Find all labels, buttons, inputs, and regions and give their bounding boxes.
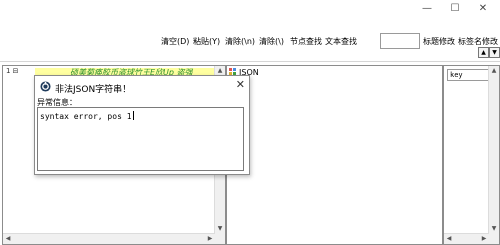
line-number: 1 ⊟ bbox=[6, 67, 19, 75]
window-controls: — ☐ ✕ bbox=[410, 0, 500, 20]
toolbar-divider bbox=[0, 61, 500, 62]
node-search-button[interactable]: 节点查找 bbox=[290, 36, 322, 48]
scroll-right-icon[interactable]: ▶ bbox=[205, 234, 215, 244]
text-caret bbox=[132, 111, 134, 120]
chevron-down-icon[interactable]: ▼ bbox=[489, 47, 500, 58]
json-tree[interactable]: JSON bbox=[226, 65, 443, 245]
clear-newline-button[interactable]: 清除(\n) bbox=[225, 36, 255, 48]
chevron-up-icon[interactable]: ▲ bbox=[478, 47, 489, 58]
paste-button[interactable]: 粘贴(Y) bbox=[193, 36, 220, 48]
toolbar: 清空(D) 粘贴(Y) 清除(\n) 清除(\) 节点查找 文本查找 标题修改 … bbox=[0, 33, 500, 58]
key-panel: key ▼ ▲ ▼ ◀ ▶ bbox=[443, 65, 500, 245]
minimize-icon[interactable]: — bbox=[414, 1, 440, 17]
error-message-field[interactable]: syntax error, pos 1 bbox=[37, 107, 244, 171]
scroll-down-icon[interactable]: ▼ bbox=[215, 224, 225, 234]
text-search-button[interactable]: 文本查找 bbox=[325, 36, 357, 48]
scroll-up-icon[interactable]: ▲ bbox=[489, 66, 499, 76]
scroll-left-icon[interactable]: ◀ bbox=[3, 234, 13, 244]
key-horizontal-scrollbar[interactable]: ◀ ▶ bbox=[444, 233, 489, 244]
editor-horizontal-scrollbar[interactable]: ◀ ▶ bbox=[3, 233, 215, 244]
key-select-value: key bbox=[450, 71, 463, 79]
error-dialog: 非法JSON字符串！ ✕ 异常信息： syntax error, pos 1 bbox=[34, 75, 250, 175]
tag-modify-button[interactable]: 标题修改 bbox=[423, 36, 455, 48]
scroll-right-icon[interactable]: ▶ bbox=[479, 234, 489, 244]
clear-button[interactable]: 清空(D) bbox=[161, 36, 189, 48]
close-icon[interactable]: ✕ bbox=[236, 78, 245, 91]
key-vertical-scrollbar[interactable]: ▲ ▼ bbox=[488, 66, 499, 244]
search-input[interactable] bbox=[380, 33, 420, 49]
maximize-icon[interactable]: ☐ bbox=[442, 1, 468, 17]
error-message-text: syntax error, pos 1 bbox=[40, 112, 132, 121]
dialog-title: 非法JSON字符串！ bbox=[55, 85, 132, 95]
clear-backslash-button[interactable]: 清除(\) bbox=[259, 36, 284, 48]
scroll-left-icon[interactable]: ◀ bbox=[444, 234, 454, 244]
app-icon bbox=[40, 81, 51, 92]
scroll-down-icon[interactable]: ▼ bbox=[489, 224, 499, 234]
close-icon[interactable]: ✕ bbox=[470, 1, 496, 17]
